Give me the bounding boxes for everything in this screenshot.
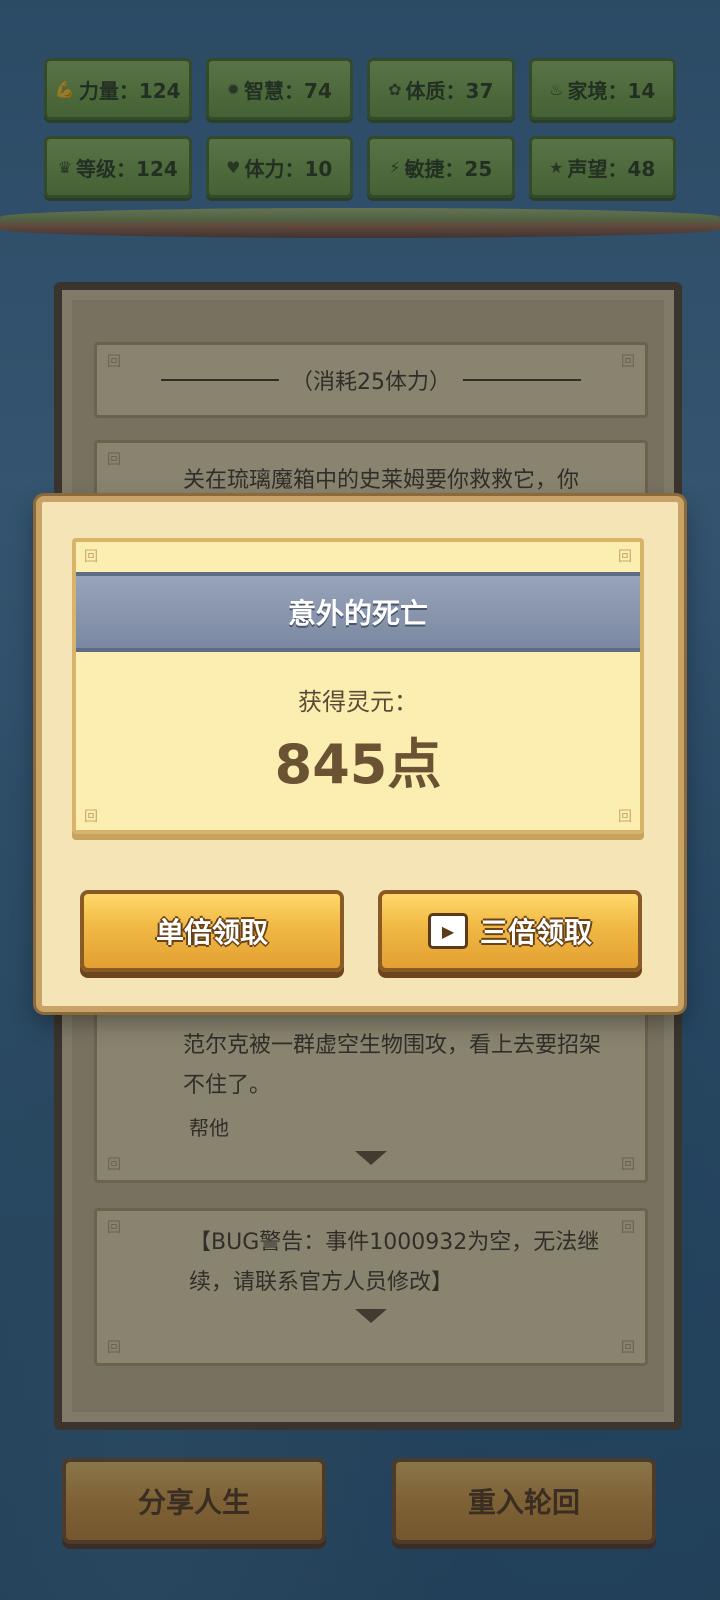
chevron-down-icon [355, 1309, 387, 1323]
bulb-icon: ✹ [226, 79, 241, 99]
divider-line [161, 379, 279, 381]
body-icon: ✿ [388, 79, 402, 99]
event-cost-text: （消耗25体力） [291, 370, 451, 395]
claim-triple-label: 三倍领取 [479, 916, 592, 949]
heart-icon: ♥ [226, 157, 241, 177]
stat-agility: ⚡ 敏捷：25 [367, 136, 515, 198]
ornament-icon: 回 [618, 549, 632, 565]
stats-grid: 💪 力量：124 ✹ 智慧：74 ✿ 体质：37 ♨ 家境：14 ♛ 等级：124 ♥ 体力… [44, 58, 676, 198]
ornament-icon: 回 [621, 1157, 635, 1173]
stat-family: ♨ 家境：14 [528, 58, 676, 120]
ornament-icon: 回 [621, 354, 635, 370]
ornament-icon: 回 [107, 1157, 121, 1173]
ornament-icon: 回 [84, 549, 98, 565]
event-card-bug: 回 回 【BUG警告：事件1000932为空，无法继续，请联系官方人员修改】 回… [94, 1208, 648, 1366]
stat-label: 智慧：74 [244, 78, 332, 103]
star-icon: ★ [549, 157, 564, 177]
claim-triple-button[interactable]: ▶ 三倍领取 [378, 890, 642, 972]
stat-label: 体质：37 [405, 78, 494, 103]
chevron-down-icon [355, 1151, 387, 1165]
event-text: 关在琉璃魔箱中的史莱姆要你救救它，你 [183, 468, 580, 493]
ornament-icon: 回 [107, 1340, 121, 1356]
event-card-falke: 范尔克被一群虚空生物围攻，看上去要招架不住了。 帮他 回 回 [94, 1008, 648, 1183]
crown-icon: ♛ [57, 157, 73, 177]
reward-label: 获得灵元： [298, 688, 418, 716]
lightning-icon: ⚡ [389, 157, 401, 177]
stat-stamina: ♥ 体力：10 [205, 136, 353, 198]
ornament-icon: 回 [107, 354, 121, 370]
reward-value: 845点 [274, 733, 442, 796]
stat-constitution: ✿ 体质：37 [367, 58, 515, 120]
ornament-icon: 回 [84, 809, 98, 825]
ornament-icon: 回 [621, 1340, 635, 1356]
event-text: 【BUG警告：事件1000932为空，无法继续，请联系官方人员修改】 [189, 1230, 600, 1295]
event-card-cost: 回 回 （消耗25体力） [94, 342, 648, 418]
stat-level: ♛ 等级：124 [44, 136, 192, 198]
ornament-icon: 回 [107, 1220, 121, 1236]
claim-single-button[interactable]: 单倍领取 [80, 890, 344, 972]
stat-label: 体力：10 [244, 156, 333, 181]
stat-label: 敏捷：25 [404, 156, 493, 181]
share-life-button[interactable]: 分享人生 [62, 1458, 326, 1544]
stat-label: 家境：14 [567, 78, 656, 103]
decorative-ribbon [0, 208, 720, 238]
reward-panel: 回 回 回 回 意外的死亡 获得灵元： 845点 [72, 538, 644, 834]
restart-button[interactable]: 重入轮回 [392, 1458, 656, 1544]
stat-label: 声望：48 [567, 156, 656, 181]
ornament-icon: 回 [107, 452, 121, 468]
muscle-icon: 💪 [54, 79, 75, 99]
family-icon: ♨ [549, 79, 564, 99]
stat-label: 力量：124 [78, 78, 181, 103]
divider-line [463, 379, 581, 381]
stat-wisdom: ✹ 智慧：74 [205, 58, 353, 120]
stat-strength: 💪 力量：124 [44, 58, 192, 120]
death-modal: 回 回 回 回 意外的死亡 获得灵元： 845点 单倍领取 ▶ 三倍领取 [36, 496, 684, 1012]
claim-single-label: 单倍领取 [155, 916, 268, 949]
video-play-icon: ▶ [427, 913, 468, 949]
stat-label: 等级：124 [76, 156, 178, 181]
modal-title: 意外的死亡 [76, 572, 640, 652]
event-text: 范尔克被一群虚空生物围攻，看上去要招架不住了。 [183, 1033, 602, 1098]
choice-help[interactable]: 帮他 [97, 1106, 645, 1141]
ornament-icon: 回 [618, 809, 632, 825]
ornament-icon: 回 [621, 1220, 635, 1236]
stat-reputation: ★ 声望：48 [528, 136, 676, 198]
